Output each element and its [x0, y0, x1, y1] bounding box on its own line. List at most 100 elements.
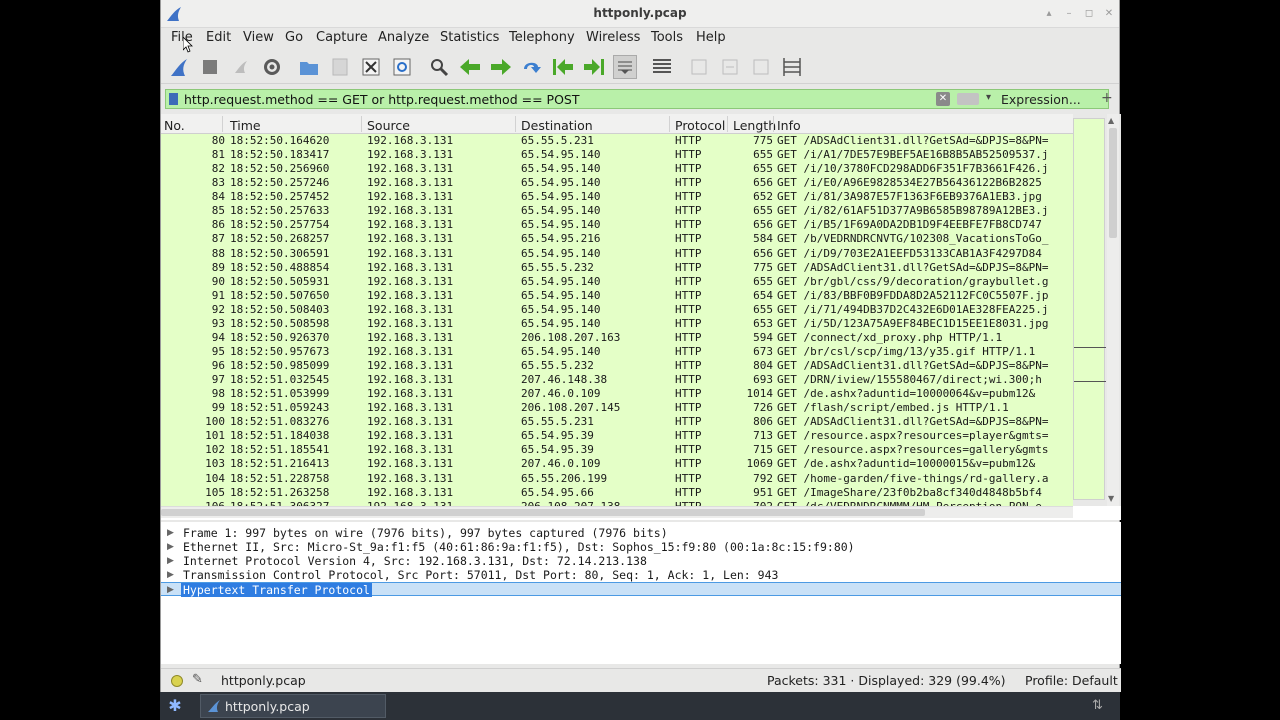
column-divider[interactable] [515, 116, 516, 132]
save-icon[interactable] [328, 55, 352, 79]
first-packet-icon[interactable] [551, 55, 575, 79]
keep-above-icon[interactable]: ▴ [1043, 8, 1055, 20]
filter-text[interactable]: http.request.method == GET or http.reque… [184, 92, 579, 107]
column-divider[interactable] [361, 116, 362, 132]
expand-arrow-icon[interactable]: ▶ [167, 583, 174, 597]
packet-row[interactable]: 92 18:52:50.508403 192.168.3.131 65.54.95.1… [161, 302, 1073, 317]
find-icon[interactable] [427, 55, 451, 79]
stop-icon[interactable] [198, 55, 222, 79]
packet-row[interactable]: 102 18:52:51.185541 192.168.3.131 65.54.95.… [161, 443, 1073, 458]
packet-row[interactable]: 82 18:52:50.256960 192.168.3.131 65.54.95.1… [161, 162, 1073, 177]
menu-view[interactable]: View [241, 30, 276, 45]
packet-row[interactable]: 84 18:52:50.257452 192.168.3.131 65.54.95.1… [161, 190, 1073, 205]
packet-row[interactable]: 91 18:52:50.507650 192.168.3.131 65.54.95.1… [161, 288, 1073, 303]
packet-row[interactable]: 83 18:52:50.257246 192.168.3.131 65.54.95.1… [161, 176, 1073, 191]
autoscroll-icon[interactable] [613, 55, 637, 79]
expression-button[interactable]: Expression... [1001, 92, 1081, 107]
packet-row[interactable]: 90 18:52:50.505931 192.168.3.131 65.54.95.1… [161, 274, 1073, 289]
column-protocol[interactable]: Protocol [675, 118, 725, 133]
column-divider[interactable] [669, 116, 670, 132]
goto-icon[interactable] [520, 55, 544, 79]
column-source[interactable]: Source [367, 118, 410, 133]
packet-row[interactable]: 101 18:52:51.184038 192.168.3.131 65.54.95.… [161, 429, 1073, 444]
title-bar[interactable]: httponly.pcap ▴ – ◻ ✕ [161, 0, 1119, 28]
column-time[interactable]: Time [230, 118, 261, 133]
packet-row[interactable]: 97 18:52:51.032545 192.168.3.131 207.46.148… [161, 373, 1073, 388]
menu-telephony[interactable]: Telephony [507, 30, 577, 45]
packet-row[interactable]: 103 18:52:51.216413 192.168.3.131 207.46.0.… [161, 457, 1073, 472]
expand-arrow-icon[interactable]: ▶ [167, 554, 174, 568]
column-no[interactable]: No. [164, 118, 185, 133]
expand-arrow-icon[interactable]: ▶ [167, 526, 174, 540]
packet-row[interactable]: 93 18:52:50.508598 192.168.3.131 65.54.95.1… [161, 316, 1073, 331]
zoom-out-icon[interactable] [718, 55, 742, 79]
packet-row[interactable]: 95 18:52:50.957673 192.168.3.131 65.54.95.1… [161, 344, 1073, 359]
packet-row[interactable]: 99 18:52:51.059243 192.168.3.131 206.108.20… [161, 401, 1073, 416]
reload-icon[interactable] [390, 55, 414, 79]
menu-capture[interactable]: Capture [314, 30, 370, 45]
packet-row[interactable]: 85 18:52:50.257633 192.168.3.131 65.54.95.1… [161, 204, 1073, 219]
detail-tree-item[interactable]: ▶ Transmission Control Protocol, Src Port… [161, 568, 1121, 582]
column-divider[interactable] [727, 116, 728, 132]
expand-arrow-icon[interactable]: ▶ [167, 568, 174, 582]
packet-row[interactable]: 80 18:52:50.164620 192.168.3.131 65.55.5.23… [161, 134, 1073, 149]
menu-go[interactable]: Go [283, 30, 305, 45]
clear-filter-icon[interactable]: ✕ [936, 92, 950, 106]
horizontal-scrollbar-thumb[interactable] [161, 509, 925, 516]
filter-history-dropdown-icon[interactable]: ▾ [986, 92, 991, 103]
apply-filter-icon[interactable] [957, 93, 979, 105]
menu-analyze[interactable]: Analyze [376, 30, 431, 45]
expand-arrow-icon[interactable]: ▶ [167, 540, 174, 554]
packet-row[interactable]: 86 18:52:50.257754 192.168.3.131 65.54.95.1… [161, 218, 1073, 233]
close-icon[interactable]: ✕ [1103, 8, 1115, 20]
packet-row[interactable]: 105 18:52:51.263258 192.168.3.131 65.54.95.… [161, 485, 1073, 500]
packet-row[interactable]: 81 18:52:50.183417 192.168.3.131 65.54.95.1… [161, 148, 1073, 163]
back-arrow-icon[interactable] [458, 55, 482, 79]
restart-icon[interactable] [229, 55, 253, 79]
start-menu-icon[interactable]: ✱ [164, 696, 186, 716]
close-file-icon[interactable] [359, 55, 383, 79]
resize-columns-icon[interactable] [780, 55, 804, 79]
forward-arrow-icon[interactable] [489, 55, 513, 79]
detail-tree-item[interactable]: ▶ Internet Protocol Version 4, Src: 192.1… [161, 554, 1121, 568]
packet-row[interactable]: 94 18:52:50.926370 192.168.3.131 206.108.20… [161, 330, 1073, 345]
detail-tree-item[interactable]: ▶ Frame 1: 997 bytes on wire (7976 bits),… [161, 526, 1121, 540]
colorize-icon[interactable] [650, 55, 674, 79]
zoom-in-icon[interactable] [687, 55, 711, 79]
horizontal-scrollbar[interactable] [161, 506, 1073, 518]
display-filter-input[interactable]: http.request.method == GET or http.reque… [165, 89, 1109, 109]
minimize-icon[interactable]: – [1063, 8, 1075, 20]
expert-info-led-icon[interactable] [171, 675, 183, 687]
packet-minimap[interactable] [1073, 118, 1106, 500]
packet-row[interactable]: 87 18:52:50.268257 192.168.3.131 65.54.95.2… [161, 232, 1073, 247]
last-packet-icon[interactable] [582, 55, 606, 79]
start-capture-icon[interactable] [167, 55, 191, 79]
filter-bookmark-icon[interactable] [169, 93, 178, 105]
network-tray-icon[interactable]: ⇅ [1092, 698, 1103, 713]
menu-help[interactable]: Help [694, 30, 728, 45]
status-profile[interactable]: Profile: Default [1025, 673, 1118, 688]
packet-row[interactable]: 89 18:52:50.488854 192.168.3.131 65.55.5.23… [161, 260, 1073, 275]
packet-row[interactable]: 96 18:52:50.985099 192.168.3.131 65.55.5.23… [161, 359, 1073, 374]
menu-tools[interactable]: Tools [649, 30, 685, 45]
menu-statistics[interactable]: Statistics [438, 30, 501, 45]
maximize-icon[interactable]: ◻ [1083, 8, 1095, 20]
open-folder-icon[interactable] [297, 55, 321, 79]
column-length[interactable]: Length [733, 118, 776, 133]
menu-edit[interactable]: Edit [204, 30, 233, 45]
scroll-down-icon[interactable]: ▼ [1108, 494, 1114, 503]
add-filter-button[interactable]: + [1101, 90, 1113, 106]
packet-row[interactable]: 98 18:52:51.053999 192.168.3.131 207.46.0.1… [161, 387, 1073, 402]
options-gear-icon[interactable] [260, 55, 284, 79]
column-divider[interactable] [222, 116, 223, 132]
normal-size-icon[interactable] [749, 55, 773, 79]
packet-row[interactable]: 100 18:52:51.083276 192.168.3.131 65.55.5.2… [161, 415, 1073, 430]
column-destination[interactable]: Destination [521, 118, 593, 133]
packet-row[interactable]: 88 18:52:50.306591 192.168.3.131 65.54.95.1… [161, 246, 1073, 261]
column-info[interactable]: Info [777, 118, 801, 133]
column-divider[interactable] [773, 116, 774, 132]
edit-comment-icon[interactable]: ✎ [192, 672, 203, 687]
vertical-scrollbar-thumb[interactable] [1109, 128, 1117, 238]
detail-tree-item[interactable]: ▶ Hypertext Transfer Protocol [161, 582, 1121, 597]
menu-wireless[interactable]: Wireless [584, 30, 642, 45]
